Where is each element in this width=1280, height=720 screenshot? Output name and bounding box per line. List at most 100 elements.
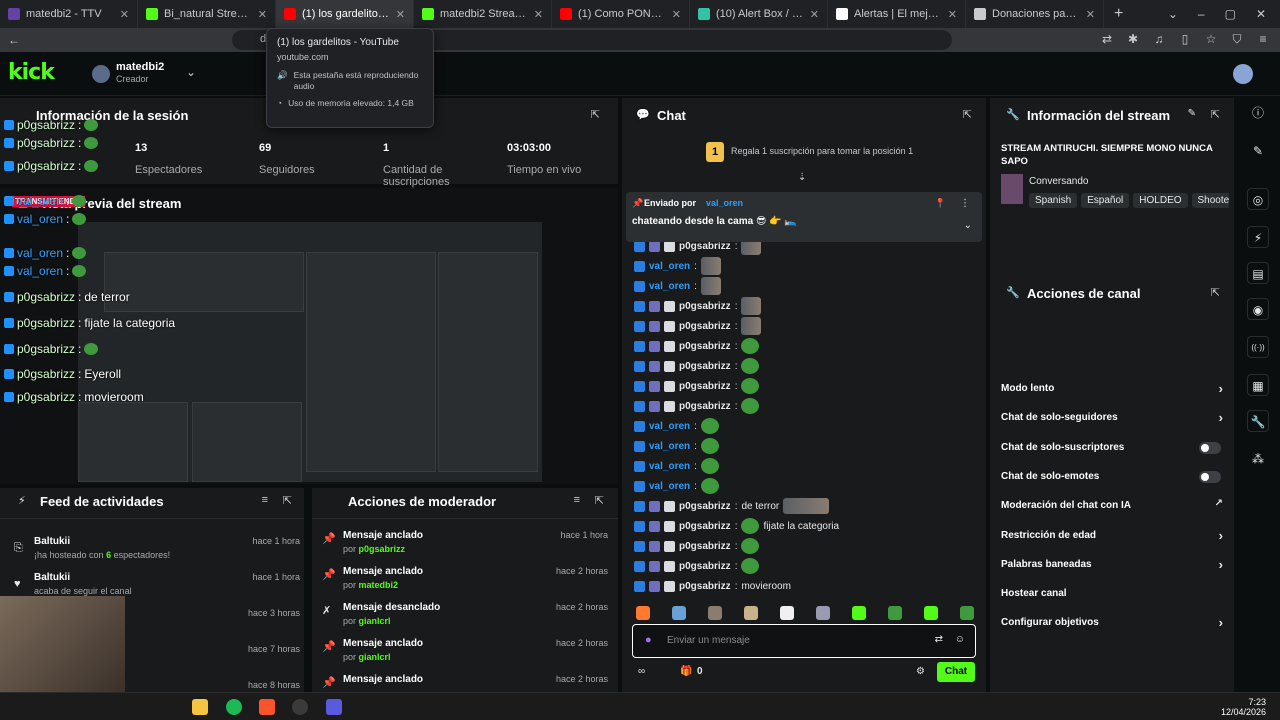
translate-icon[interactable]: ⇄ [935, 634, 943, 645]
channel-name[interactable]: matedbi2 [116, 61, 164, 73]
quick-emote-icon[interactable] [708, 606, 722, 620]
toggle-switch[interactable] [1199, 470, 1221, 483]
chevron-down-icon[interactable]: ⌄ [186, 65, 196, 79]
quick-emote-icon[interactable] [888, 606, 902, 620]
mod-username[interactable]: gianlcrl [359, 616, 391, 626]
emoji-icon[interactable]: ☺ [955, 634, 965, 645]
app-icon[interactable] [326, 699, 342, 715]
menu-icon[interactable]: ≡ [1256, 32, 1270, 47]
kick-logo[interactable]: kick [8, 60, 55, 85]
close-window-button[interactable]: ✕ [1256, 7, 1266, 21]
stream-tag[interactable]: Español [1081, 193, 1130, 208]
back-icon[interactable]: ← [8, 33, 20, 47]
chat-username[interactable]: p0gsabrizz [679, 241, 731, 252]
chat-username[interactable]: p0gsabrizz [679, 581, 731, 592]
bolt-icon[interactable]: ⚡ [1247, 226, 1269, 248]
chat-message[interactable]: p0gsabrizz: fijate la categoria [634, 517, 839, 535]
user-avatar[interactable] [1233, 64, 1253, 84]
translate-icon[interactable]: ⇄ [1100, 32, 1114, 47]
tab-close-icon[interactable]: ✕ [672, 8, 681, 21]
chat-username[interactable]: val_oren [649, 461, 690, 472]
moderator-action-item[interactable]: 📌 Mensaje anclado por gianlcrl hace 2 horas [322, 638, 608, 662]
quick-emote-icon[interactable] [780, 606, 794, 620]
chat-message[interactable]: val_oren: [634, 257, 721, 275]
quick-emote-icon[interactable] [672, 606, 686, 620]
maximize-button[interactable]: ▢ [1225, 7, 1236, 21]
channel-action-row[interactable]: Configurar objetivos › [1001, 615, 1223, 630]
quick-emote-icon[interactable] [816, 606, 830, 620]
quick-emote-icon[interactable] [960, 606, 974, 620]
chat-username[interactable]: val_oren [649, 281, 690, 292]
tab-search-icon[interactable]: ⌄ [1168, 7, 1178, 21]
chat-username[interactable]: val_oren [649, 421, 690, 432]
filter-icon[interactable]: ≡ [262, 494, 268, 506]
channel-action-row[interactable]: Chat de solo-seguidores › [1001, 410, 1223, 425]
target-icon[interactable]: ◎ [1247, 188, 1269, 210]
media-icon[interactable]: ♫ [1152, 32, 1166, 47]
gift-prompt[interactable]: Regala 1 suscripción para tomar la posic… [731, 146, 913, 156]
channel-action-row[interactable]: Hostear canal [1001, 588, 1223, 599]
browser-tab[interactable]: (10) Alert Box / Streamlabs ✕ [690, 0, 828, 28]
browser-tab[interactable]: matedbi2 Stream - Kick ✕ [414, 0, 552, 28]
info-icon[interactable]: ⓘ [1247, 102, 1269, 124]
chat-username[interactable]: val_oren [649, 481, 690, 492]
mic-icon[interactable]: ● [645, 634, 652, 646]
more-options-icon[interactable]: ⋮ [960, 198, 970, 209]
mod-username[interactable]: gianlcrl [359, 652, 391, 662]
obs-icon[interactable] [292, 699, 308, 715]
chevron-right-icon[interactable]: › [1219, 615, 1223, 630]
chat-message[interactable]: p0gsabrizz: [634, 537, 760, 555]
broadcast-icon[interactable]: ((·)) [1247, 336, 1269, 358]
stream-tag[interactable]: HOLDEO [1133, 193, 1188, 208]
quick-emote-icon[interactable] [924, 606, 938, 620]
send-chat-button[interactable]: Chat [937, 662, 975, 682]
mod-username[interactable]: p0gsabrizz [359, 544, 406, 554]
edit-icon[interactable]: ✎ [1188, 108, 1196, 119]
channel-action-row[interactable]: Moderación del chat con IA ↗ [1001, 498, 1223, 511]
chat-message[interactable]: val_oren: [634, 477, 719, 495]
chat-username[interactable]: p0gsabrizz [679, 501, 731, 512]
chat-username[interactable]: p0gsabrizz [679, 361, 731, 372]
moderator-action-item[interactable]: 📌 Mensaje anclado por matedbi2 hace 2 horas [322, 566, 608, 590]
popout-icon[interactable]: ⇱ [283, 494, 292, 507]
filter-icon[interactable]: ≡ [574, 494, 580, 506]
category-name[interactable]: Conversando [1029, 176, 1088, 187]
browser-tab[interactable]: (1) los gardelitos - You ✕ [276, 0, 414, 28]
spotify-icon[interactable] [226, 699, 242, 715]
chat-message[interactable]: p0gsabrizz: de terror [634, 497, 830, 515]
document-icon[interactable]: ▤ [1247, 262, 1269, 284]
popout-icon[interactable]: ⇱ [591, 108, 600, 121]
popout-icon[interactable]: ⇱ [595, 494, 604, 507]
chat-message[interactable]: p0gsabrizz: [634, 397, 760, 415]
share-icon[interactable]: ⁂ [1247, 448, 1269, 470]
chat-username[interactable]: val_oren [649, 441, 690, 452]
channel-action-row[interactable]: Modo lento › [1001, 381, 1223, 396]
chat-username[interactable]: p0gsabrizz [679, 561, 731, 572]
pin-toggle-icon[interactable]: 📍 [935, 198, 946, 209]
gift-icon[interactable]: 🎁 [680, 666, 692, 677]
chevron-right-icon[interactable]: › [1219, 557, 1223, 572]
file-explorer-icon[interactable] [192, 699, 208, 715]
chat-message[interactable]: val_oren: [634, 277, 721, 295]
stream-tag[interactable]: Shooter [1191, 193, 1229, 208]
chat-message[interactable]: p0gsabrizz: [634, 337, 760, 355]
pinned-user[interactable]: val_oren [706, 198, 743, 208]
quick-emote-icon[interactable] [636, 606, 650, 620]
chat-username[interactable]: val_oren [649, 261, 690, 272]
tab-close-icon[interactable]: ✕ [534, 8, 543, 21]
chat-message[interactable]: p0gsabrizz: [634, 297, 762, 315]
chat-username[interactable]: p0gsabrizz [679, 341, 731, 352]
chevron-right-icon[interactable]: › [1219, 410, 1223, 425]
popout-icon[interactable]: ⇱ [1211, 108, 1220, 121]
channel-action-row[interactable]: Chat de solo-suscriptores [1001, 441, 1223, 454]
stream-tag[interactable]: Spanish [1029, 193, 1078, 208]
sidebar-icon[interactable]: ▯ [1178, 32, 1192, 47]
brave-icon[interactable] [259, 699, 275, 715]
pinned-message[interactable]: 📌 Enviado por val_oren 📍 ⋮ chateando des… [626, 192, 982, 242]
minimize-button[interactable]: – [1198, 7, 1205, 21]
channel-action-row[interactable]: Restricción de edad › [1001, 528, 1223, 543]
gift-rank-badge[interactable]: 1 [706, 142, 724, 162]
chat-message[interactable]: p0gsabrizz: [634, 377, 760, 395]
chat-bubble-icon[interactable]: ◉ [1247, 298, 1269, 320]
layout-icon[interactable]: ▦ [1247, 374, 1269, 396]
